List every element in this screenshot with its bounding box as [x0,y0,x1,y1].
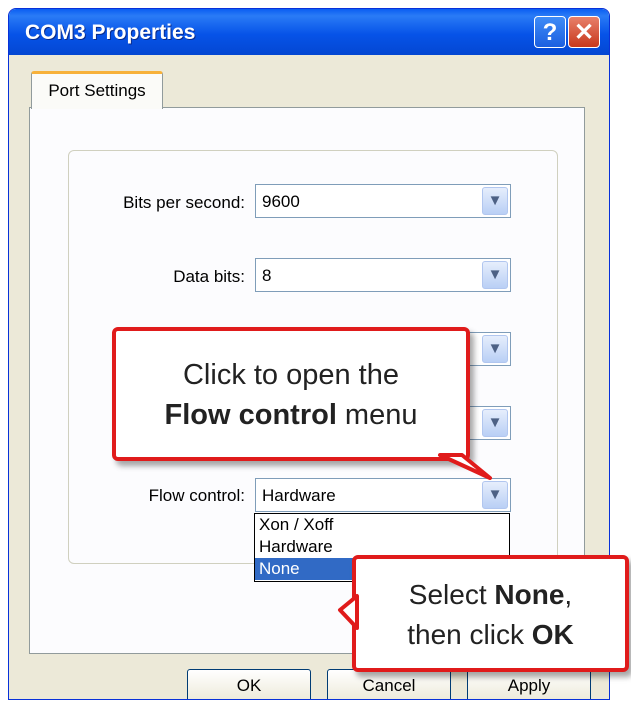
callout2-line2: then click OK [356,615,625,655]
apply-button[interactable]: Apply [467,669,591,699]
chevron-down-icon[interactable]: ▼ [482,187,508,215]
chevron-down-icon[interactable]: ▼ [482,481,508,509]
ok-button[interactable]: OK [187,669,311,699]
help-button[interactable]: ? [534,16,566,48]
callout2-then-text: then click [407,619,532,650]
tab-port-settings[interactable]: Port Settings [31,71,163,109]
chevron-down-icon[interactable]: ▼ [482,409,508,437]
data-bits-label: Data bits: [173,267,245,286]
callout2-select-text: Select [408,579,495,610]
callout-bold-flow-control: Flow control [164,399,337,431]
bits-per-second-select[interactable]: 9600 ▼ [255,184,511,218]
flow-control-select[interactable]: Hardware ▼ [255,478,511,512]
bits-per-second-label: Bits per second: [123,193,245,212]
callout2-bold-ok: OK [531,619,574,650]
callout-menu-text: menu [336,399,418,431]
callout-line1: Click to open the [182,359,399,391]
callout2-bold-none: None [494,579,565,610]
title-bar[interactable]: COM3 Properties ? ✕ [9,9,609,55]
data-bits-select[interactable]: 8 ▼ [255,258,511,292]
chevron-down-icon[interactable]: ▼ [482,261,508,289]
callout2-comma: , [564,579,573,610]
flow-control-label: Flow control: [148,486,245,505]
bits-per-second-value: 9600 [262,192,300,211]
cancel-button[interactable]: Cancel [327,669,451,699]
callout-select-none: Select None, then click OK [352,555,629,672]
window-title: COM3 Properties [25,21,196,44]
flow-control-value: Hardware [262,486,336,505]
callout2-line1: Select None, [356,575,625,615]
option-xon-xoff[interactable]: Xon / Xoff [255,514,509,536]
callout-open-flow-control: Click to open the Flow control menu [112,327,470,461]
close-button[interactable]: ✕ [568,16,600,48]
data-bits-value: 8 [262,266,272,285]
chevron-down-icon[interactable]: ▼ [482,335,508,363]
callout-line2: Flow control menu [116,395,466,435]
